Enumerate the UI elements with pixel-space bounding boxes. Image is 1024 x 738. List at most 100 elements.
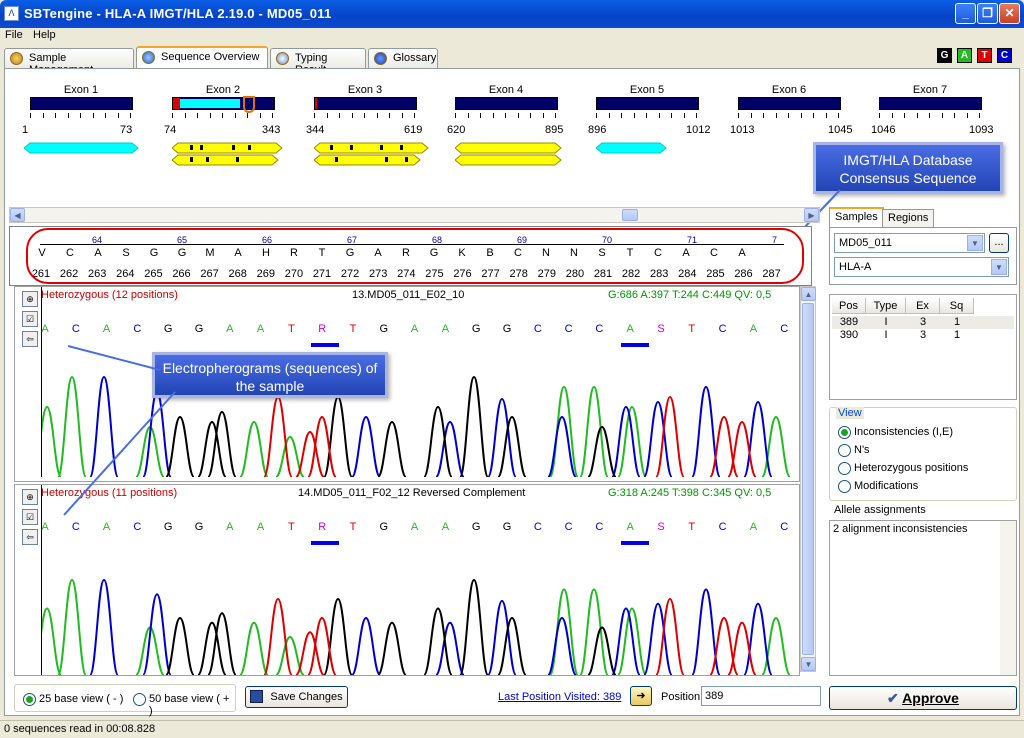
tab-typing-result[interactable]: Typing Result	[270, 48, 366, 76]
table-cell: 389	[839, 316, 859, 328]
c-button[interactable]: C	[997, 48, 1012, 63]
tab-regions[interactable]: Regions	[882, 209, 935, 227]
exon-bar[interactable]	[455, 97, 558, 110]
goto-position-button[interactable]: ➜	[630, 686, 652, 706]
base-call: G	[379, 521, 389, 533]
coverage-mark	[405, 157, 408, 162]
trace-peak	[643, 400, 673, 477]
g-button[interactable]: G	[937, 48, 952, 63]
trace-peak	[691, 385, 721, 477]
close-button[interactable]: ✕	[999, 3, 1020, 24]
radio-modifications[interactable]: Modifications	[838, 480, 918, 493]
callout-electropherograms: Electropherograms (sequences) of the sam…	[152, 352, 388, 398]
tick	[979, 113, 980, 118]
zoom-icon[interactable]: ⊕	[22, 291, 38, 307]
tick	[825, 113, 827, 118]
base-call: A	[410, 323, 419, 335]
base-call: T	[349, 521, 357, 533]
allele-text: 2 alignment inconsistencies	[833, 523, 968, 535]
save-changes-button[interactable]: Save Changes	[245, 686, 348, 708]
vertical-scrollbar[interactable]: ▲ ▼	[800, 286, 816, 672]
table-header[interactable]: Sq	[940, 298, 974, 314]
horizontal-scrollbar[interactable]: ◀ ▶	[9, 207, 820, 223]
a-button[interactable]: A	[957, 48, 972, 63]
trace-peak	[42, 405, 62, 477]
menu-file[interactable]: File	[2, 29, 26, 41]
table-header[interactable]: Pos	[832, 298, 866, 314]
tick	[891, 113, 893, 118]
menu-help[interactable]: Help	[30, 29, 59, 41]
tick	[197, 113, 198, 118]
scroll-right-button[interactable]: ▶	[804, 208, 819, 222]
zoom-icon[interactable]: ⊕	[22, 489, 38, 505]
coverage-arrow	[172, 154, 279, 166]
tick	[517, 113, 519, 118]
tick	[904, 113, 905, 118]
chevron-down-icon[interactable]: ▼	[967, 235, 983, 251]
tick	[646, 113, 647, 118]
coverage-mark	[248, 145, 251, 150]
exon-ticks	[596, 113, 699, 118]
tick	[671, 113, 672, 118]
tick	[105, 113, 106, 118]
table-header[interactable]: Ex	[906, 298, 940, 314]
arrow-icon[interactable]: ⇦	[22, 529, 38, 545]
coverage-mark	[335, 157, 338, 162]
exon-bar[interactable]	[314, 97, 417, 110]
exon-bar[interactable]	[172, 96, 275, 113]
trace-peak	[435, 621, 465, 675]
trace-peak	[351, 415, 381, 477]
coverage-mark	[190, 145, 193, 150]
coverage-arrow	[455, 142, 562, 154]
last-position-link[interactable]: Last Position Visited: 389	[498, 691, 621, 703]
table-cell: 3	[919, 329, 927, 341]
tick	[376, 113, 378, 118]
arrow-icon[interactable]: ⇦	[22, 331, 38, 347]
approve-button[interactable]: ✔ Approve	[829, 686, 1017, 710]
sequence-icon	[142, 51, 155, 64]
tick	[738, 113, 739, 118]
radio-inconsistencies[interactable]: Inconsistencies (I,E)	[838, 426, 953, 439]
tick	[966, 113, 968, 118]
maximize-button[interactable]: ❐	[977, 3, 998, 24]
scroll-down-button[interactable]: ▼	[801, 657, 816, 671]
t-button[interactable]: T	[977, 48, 992, 63]
trace-name: 14.MD05_011_F02_12 Reversed Complement	[298, 487, 526, 499]
sample-select[interactable]: MD05_011 ▼	[834, 233, 985, 253]
scroll-thumb[interactable]	[622, 209, 638, 221]
check-icon[interactable]: ☑	[22, 311, 38, 327]
minimize-button[interactable]: _	[955, 3, 976, 24]
window-title: SBTengine - HLA-A IMGT/HLA 2.19.0 - MD05…	[24, 6, 332, 21]
exon-bar[interactable]	[596, 97, 699, 110]
tab-samples[interactable]: Samples	[829, 207, 884, 227]
base-call: A	[41, 323, 49, 335]
radio-heterozygous[interactable]: Heterozygous positions	[838, 462, 968, 475]
coverage-mark	[236, 157, 239, 162]
vscroll-thumb[interactable]	[802, 303, 814, 655]
locus-select[interactable]: HLA-A ▼	[834, 257, 1009, 277]
table-header[interactable]: Type	[866, 298, 906, 314]
exon-bar[interactable]	[30, 97, 133, 110]
tab-sequence-overview[interactable]: Sequence Overview	[136, 46, 268, 68]
check-icon[interactable]: ☑	[22, 509, 38, 525]
tab-sample-management[interactable]: Sample Management	[4, 48, 134, 76]
tick	[658, 113, 660, 118]
heterozygous-marker	[621, 541, 649, 545]
exon-cursor[interactable]	[243, 96, 255, 113]
base-call: C	[71, 323, 80, 335]
allele-scrollbar[interactable]	[1000, 521, 1016, 675]
chevron-down-icon[interactable]: ▼	[991, 259, 1007, 275]
position-input[interactable]: 389	[701, 686, 821, 706]
exon-bar[interactable]	[738, 97, 841, 110]
base-call: G	[194, 323, 204, 335]
tick	[763, 113, 764, 118]
exon-bar[interactable]	[879, 97, 982, 110]
browse-button[interactable]: ...	[989, 233, 1009, 253]
scroll-up-button[interactable]: ▲	[801, 287, 816, 301]
radio-ns[interactable]: N's	[838, 444, 870, 457]
tab-glossary[interactable]: Glossary	[368, 48, 438, 68]
heterozygous-count: Heterozygous (12 positions)	[41, 289, 178, 301]
radio-50-base[interactable]: 50 base view ( + )	[133, 693, 235, 717]
scroll-left-button[interactable]: ◀	[10, 208, 25, 222]
radio-25-base[interactable]: 25 base view ( - )	[23, 693, 123, 706]
